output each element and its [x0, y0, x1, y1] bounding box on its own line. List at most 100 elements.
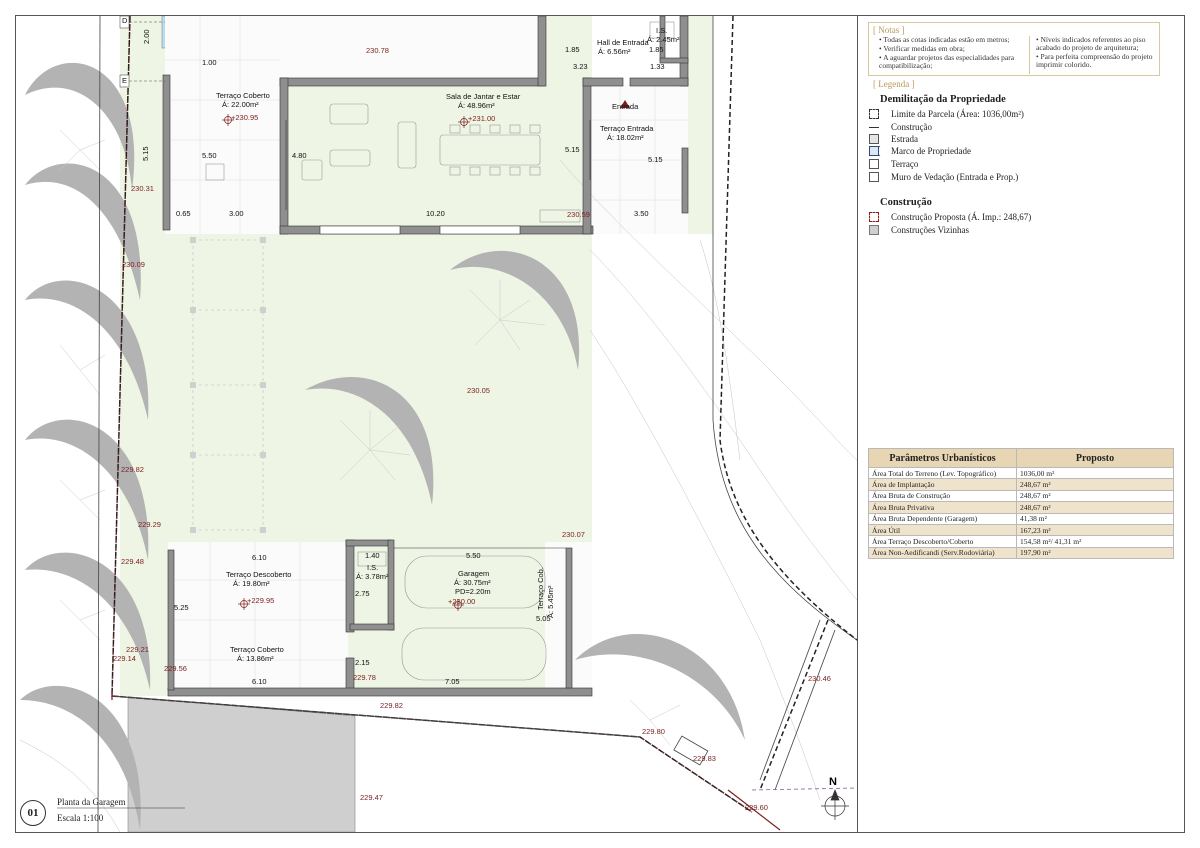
level-label: 230.46 — [808, 674, 831, 683]
dimension-label: 1.40 — [365, 551, 380, 560]
legend-row: Estrada — [869, 133, 918, 145]
table-cell: 197,90 m² — [1016, 546, 1174, 560]
level-label: 230.31 — [131, 184, 154, 193]
table-row: Área Bruta Privativa 248,67 m² — [868, 501, 1174, 514]
dimension-label: 1.85 — [649, 45, 664, 54]
table-cell: Área de Implantação — [868, 478, 1017, 491]
table-cell: Área Bruta de Construção — [868, 489, 1017, 503]
dimension-label: 6.10 — [252, 677, 267, 686]
legend-label: Muro de Vedação (Entrada e Prop.) — [891, 172, 1019, 182]
line-swatch — [869, 122, 879, 132]
sheet-scale: Escala 1:100 — [57, 813, 104, 823]
legend-row: Construção Proposta (Á. Imp.: 248,67) — [869, 211, 1031, 223]
table-header: Parâmetros Urbanísticos — [868, 448, 1017, 468]
legend-label: Estrada — [891, 134, 918, 144]
terrace-swatch — [869, 159, 879, 169]
level-label: 229.82 — [380, 701, 403, 710]
table-cell: 41,38 m² — [1016, 512, 1174, 525]
dimension-label: 10.20 — [426, 209, 445, 218]
legend-row: Marco de Propriedade — [869, 145, 971, 157]
lawn-right-strip — [688, 16, 713, 234]
table-cell: 1036,00 m² — [1016, 466, 1174, 480]
level-label: 229.82 — [121, 465, 144, 474]
dimension-label: 5.50 — [202, 151, 217, 160]
notes-left: • Todas as cotas indicadas estão em metr… — [879, 36, 1027, 71]
table-header: Proposto — [1016, 448, 1174, 468]
level-label: 229.80 — [642, 727, 665, 736]
dimension-label: 4.80 — [292, 151, 307, 160]
note-item: • Para perfeita compreensão do projeto i… — [1036, 51, 1153, 69]
room-garagem-area: Á: 30.75m² — [454, 578, 491, 587]
room-terraco-entrada: Terraço Entrada — [600, 124, 654, 133]
dimension-label: 5.15 — [141, 146, 150, 161]
table-cell: 248,67 m² — [1016, 489, 1174, 503]
legend-row: Terraço — [869, 158, 918, 170]
level-label: +230.95 — [231, 113, 259, 122]
level-label: +229.95 — [247, 596, 275, 605]
dimension-label: 5.05 — [536, 614, 551, 623]
level-label: 230.05 — [467, 386, 490, 395]
room-hall-area: Á: 6.56m² — [598, 47, 631, 56]
neighbour-building — [127, 696, 356, 832]
dimension-label: 1.33 — [650, 62, 665, 71]
dimension-label: 0.65 — [176, 209, 191, 218]
room-sala: Sala de Jantar e Estar — [446, 92, 521, 101]
legend-label: Construção — [891, 122, 932, 132]
dimension-label: 2.00 — [142, 29, 151, 44]
table-cell: Área Non-Aedificandi (Serv.Rodoviária) — [868, 546, 1017, 560]
room-entrada: Entrada — [612, 102, 639, 111]
room-terraco-coberto-bottom: Terraço Coberto — [230, 645, 284, 654]
table-row: Área Bruta Dependente (Garagem) 41,38 m² — [868, 512, 1174, 525]
table-cell: Área Terraço Descoberto/Coberto — [868, 535, 1017, 548]
dimension-label: 3.23 — [573, 62, 588, 71]
table-cell: 248,67 m² — [1016, 501, 1174, 514]
table-header-row: Parâmetros Urbanísticos Proposto — [868, 448, 1174, 468]
dimension-label: 2.15 — [355, 658, 370, 667]
legend-label: Construções Vizinhas — [891, 225, 970, 235]
terrace-bottom-left — [168, 542, 348, 694]
level-label: 230.09 — [122, 260, 145, 269]
table-cell: Área Bruta Dependente (Garagem) — [868, 512, 1017, 525]
grid-mark-e: E — [122, 76, 128, 85]
room-is-bottom-area: Á: 3.78m² — [356, 572, 389, 581]
table-row: Área Non-Aedificandi (Serv.Rodoviária) 19… — [868, 546, 1174, 560]
legend-row: Muro de Vedação (Entrada e Prop.) — [869, 171, 1018, 183]
level-label: 229.14 — [113, 654, 136, 663]
limit-swatch — [869, 109, 879, 119]
table-cell: Área Útil — [868, 523, 1017, 537]
notes-title: [ Notas ] — [873, 25, 905, 35]
table-row: Área Útil 167,23 m² — [868, 523, 1174, 537]
purple-dash — [751, 787, 857, 791]
dimension-label: 5.50 — [466, 551, 481, 560]
legend-label: Terraço — [891, 159, 919, 169]
dimension-label: 1.85 — [565, 45, 580, 54]
level-label: 229.78 — [353, 673, 376, 682]
level-label: 229.29 — [138, 520, 161, 529]
table-row: Área Total do Terreno (Lev. Topográfico)… — [868, 466, 1174, 480]
room-is-top: I.S. — [656, 26, 668, 35]
sheet-title: Planta da Garagem — [57, 797, 126, 807]
room-garagem: Garagem — [458, 569, 490, 578]
notes-right: • Níveis indicados referentes ao piso ac… — [1029, 36, 1166, 74]
dimension-label: 5.25 — [174, 603, 189, 612]
dimension-label: 1.00 — [202, 58, 217, 67]
room-is-top-area: Á: 2.45m² — [647, 35, 680, 44]
terrace-top-left — [165, 16, 285, 234]
room-hall: Hall de Entrada — [597, 38, 649, 47]
table-cell: 248,67 m² — [1016, 478, 1174, 491]
legend-row: Limite da Parcela (Área: 1036,00m²) — [869, 108, 1024, 120]
parameters-table: Parâmetros Urbanísticos Proposto Área To… — [868, 448, 1174, 560]
sheet-number: 01 — [20, 800, 46, 826]
proposed-swatch — [869, 212, 879, 222]
dimension-label: 3.50 — [634, 209, 649, 218]
table-cell: Área Bruta Privativa — [868, 501, 1017, 514]
legend-label: Construção Proposta (Á. Imp.: 248,67) — [891, 212, 1032, 222]
wall-swatch — [869, 172, 879, 182]
table-row: Área Bruta de Construção 248,67 m² — [868, 489, 1174, 503]
level-label: +230.00 — [448, 597, 476, 606]
property-mark-swatch — [869, 146, 879, 156]
table-row: Área Terraço Descoberto/Coberto 154,58 m²… — [868, 535, 1174, 548]
level-label: 229.56 — [164, 664, 187, 673]
note-item: • Níveis indicados referentes ao piso ac… — [1036, 35, 1146, 52]
legend-section-title: Demilitação da Propriedade — [880, 94, 1006, 105]
